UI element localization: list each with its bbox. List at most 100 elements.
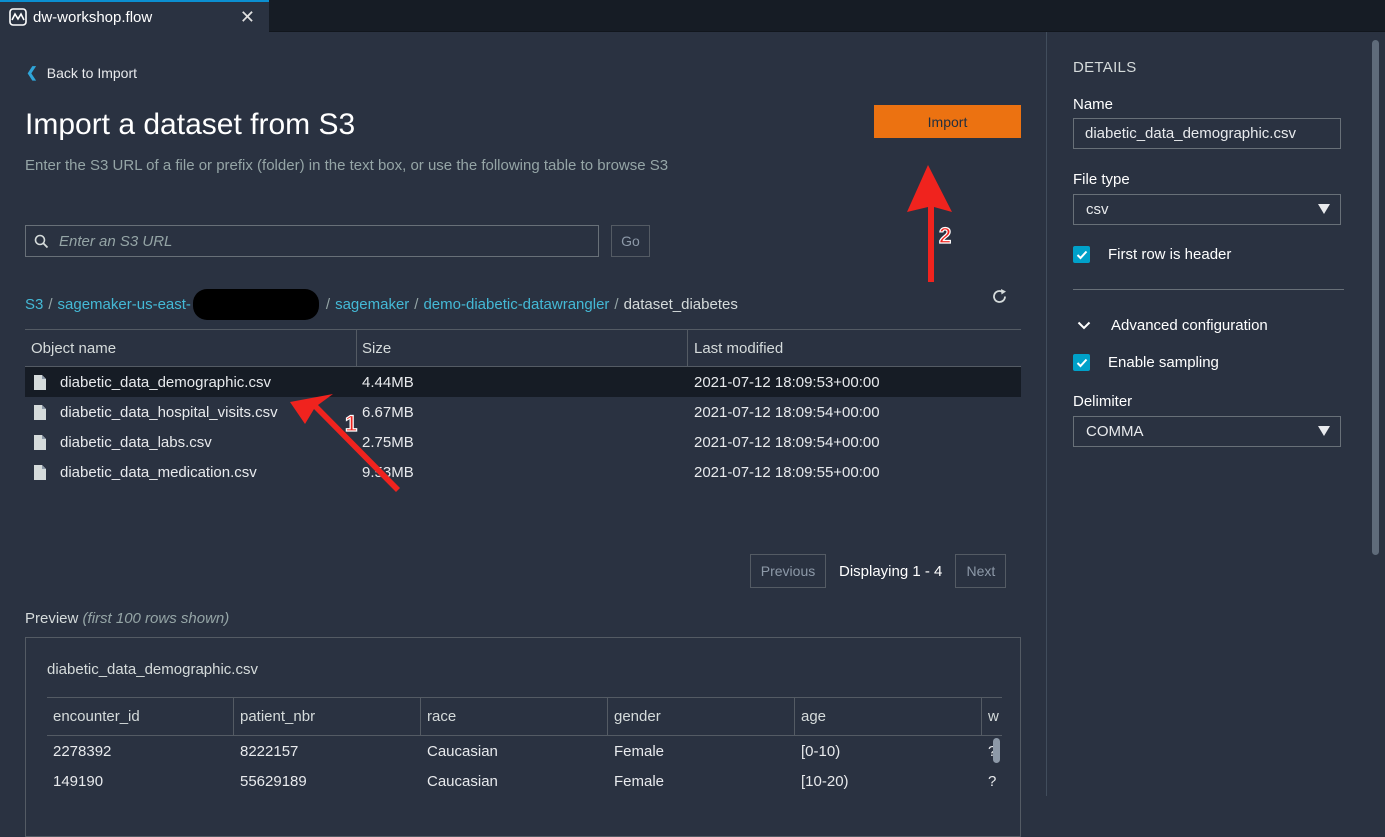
breadcrumb-bucket[interactable]: sagemaker-us-east-: [58, 296, 191, 313]
checkbox-checked-icon: [1073, 354, 1090, 371]
object-modified: 2021-07-12 18:09:55+00:00: [694, 463, 880, 481]
preview-panel: diabetic_data_demographic.csv encounter_…: [25, 637, 1021, 837]
breadcrumb: S3 / sagemaker-us-east- / sagemaker / de…: [25, 289, 738, 320]
enable-sampling-label: Enable sampling: [1108, 354, 1219, 371]
object-modified: 2021-07-12 18:09:54+00:00: [694, 433, 880, 451]
back-to-import-link[interactable]: ❮ Back to Import: [26, 64, 137, 81]
preview-header: encounter_id patient_nbr race gender age…: [47, 697, 1002, 736]
s3-objects-table: Object name Size Last modified diabetic_…: [25, 329, 1021, 487]
file-type-select[interactable]: csv: [1073, 194, 1341, 225]
object-name: diabetic_data_medication.csv: [60, 463, 257, 481]
tab-bar: dw-workshop.flow ✕: [0, 0, 1385, 32]
page-title: Import a dataset from S3: [25, 108, 356, 141]
chevron-left-icon: ❮: [26, 64, 38, 80]
advanced-configuration-toggle[interactable]: Advanced configuration: [1077, 317, 1268, 334]
file-type-label: File type: [1073, 171, 1130, 188]
name-label: Name: [1073, 96, 1114, 113]
tab-title: dw-workshop.flow: [33, 8, 153, 26]
column-header-size[interactable]: Size: [356, 330, 687, 366]
side-scrollbar[interactable]: [1372, 40, 1379, 555]
object-size: 4.44MB: [362, 373, 414, 391]
breadcrumb-current: dataset_diabetes: [623, 296, 738, 313]
breadcrumb-folder-demo[interactable]: demo-diabetic-datawrangler: [423, 296, 609, 313]
preview-column-header: w: [988, 708, 999, 725]
object-name: diabetic_data_demographic.csv: [60, 373, 271, 391]
breadcrumb-separator: /: [325, 296, 331, 313]
back-label: Back to Import: [46, 64, 137, 81]
column-header-object-name[interactable]: Object name: [25, 330, 356, 366]
preview-cell: 149190: [53, 772, 104, 790]
delimiter-value: COMMA: [1086, 423, 1144, 440]
delimiter-select[interactable]: COMMA: [1073, 416, 1341, 447]
first-row-header-checkbox[interactable]: First row is header: [1073, 246, 1231, 263]
preview-table: encounter_id patient_nbr race gender age…: [47, 697, 1002, 796]
breadcrumb-separator: /: [414, 296, 419, 313]
preview-cell: Female: [614, 772, 665, 790]
redaction-mark: [192, 289, 319, 320]
s3-url-input[interactable]: [59, 232, 579, 250]
breadcrumb-folder-sagemaker[interactable]: sagemaker: [335, 296, 409, 313]
go-button[interactable]: Go: [611, 225, 650, 257]
column-header-last-modified[interactable]: Last modified: [687, 330, 1021, 366]
preview-column-header: patient_nbr: [234, 698, 421, 735]
preview-cell: Caucasian: [427, 742, 498, 760]
breadcrumb-s3[interactable]: S3: [25, 296, 43, 313]
divider: [1073, 289, 1344, 290]
preview-note: (first 100 rows shown): [82, 610, 230, 627]
main-panel: ❮ Back to Import Import a dataset from S…: [0, 32, 1046, 837]
preview-column-header: gender: [608, 698, 795, 735]
preview-cell: [10-20): [801, 772, 849, 790]
import-button[interactable]: Import: [874, 105, 1021, 138]
checkbox-checked-icon: [1073, 246, 1090, 263]
chevron-down-icon: [1077, 321, 1091, 330]
object-modified: 2021-07-12 18:09:53+00:00: [694, 373, 880, 391]
s3-url-search: [25, 225, 599, 257]
close-icon[interactable]: ✕: [240, 7, 255, 28]
file-icon: [34, 374, 46, 390]
preview-cell: 55629189: [240, 772, 307, 790]
preview-cell: Female: [614, 742, 665, 760]
tab-dw-workshop[interactable]: dw-workshop.flow ✕: [0, 0, 269, 32]
preview-file-name: diabetic_data_demographic.csv: [47, 661, 258, 678]
table-row[interactable]: diabetic_data_hospital_visits.csv 6.67MB…: [25, 397, 1021, 427]
delimiter-label: Delimiter: [1073, 393, 1133, 410]
file-icon: [34, 434, 46, 450]
refresh-icon[interactable]: [990, 287, 1009, 306]
table-row[interactable]: diabetic_data_medication.csv 9.53MB 2021…: [25, 457, 1021, 487]
preview-cell: 2278392: [53, 742, 112, 760]
preview-column-header: encounter_id: [47, 698, 234, 735]
enable-sampling-checkbox[interactable]: Enable sampling: [1073, 354, 1219, 371]
preview-column-header: race: [421, 698, 608, 735]
pagination: Previous Displaying 1 - 4 Next: [750, 554, 1007, 588]
details-panel: DETAILS Name diabetic_data_demographic.c…: [1046, 32, 1385, 796]
table-row[interactable]: diabetic_data_labs.csv 2.75MB 2021-07-12…: [25, 427, 1021, 457]
preview-cell: 8222157: [240, 742, 299, 760]
previous-button[interactable]: Previous: [750, 554, 826, 588]
name-field[interactable]: diabetic_data_demographic.csv: [1073, 118, 1341, 149]
advanced-configuration-label: Advanced configuration: [1111, 317, 1268, 334]
data-wrangler-icon: [9, 8, 27, 26]
first-row-header-label: First row is header: [1108, 246, 1232, 263]
preview-title: Preview: [25, 610, 79, 627]
object-size: 9.53MB: [362, 463, 414, 481]
preview-column-header: age: [795, 698, 982, 735]
page-subtitle: Enter the S3 URL of a file or prefix (fo…: [25, 157, 669, 174]
table-row[interactable]: diabetic_data_demographic.csv 4.44MB 202…: [25, 367, 1021, 397]
file-type-value: csv: [1086, 201, 1109, 218]
preview-scrollbar[interactable]: [993, 738, 1000, 763]
next-button[interactable]: Next: [955, 554, 1007, 588]
preview-cell: Caucasian: [427, 772, 498, 790]
object-name: diabetic_data_hospital_visits.csv: [60, 403, 278, 421]
object-size: 2.75MB: [362, 433, 414, 451]
preview-label: Preview (first 100 rows shown): [25, 610, 229, 627]
object-modified: 2021-07-12 18:09:54+00:00: [694, 403, 880, 421]
breadcrumb-separator: /: [48, 296, 53, 313]
search-icon: [34, 234, 49, 248]
breadcrumb-separator: /: [614, 296, 619, 313]
pagination-status: Displaying 1 - 4: [839, 562, 943, 580]
caret-down-icon: [1318, 204, 1330, 214]
preview-row: 2278392 8222157 Caucasian Female [0-10) …: [47, 736, 1002, 766]
preview-row: 149190 55629189 Caucasian Female [10-20)…: [47, 766, 1002, 796]
object-size: 6.67MB: [362, 403, 414, 421]
details-heading: DETAILS: [1073, 59, 1137, 76]
